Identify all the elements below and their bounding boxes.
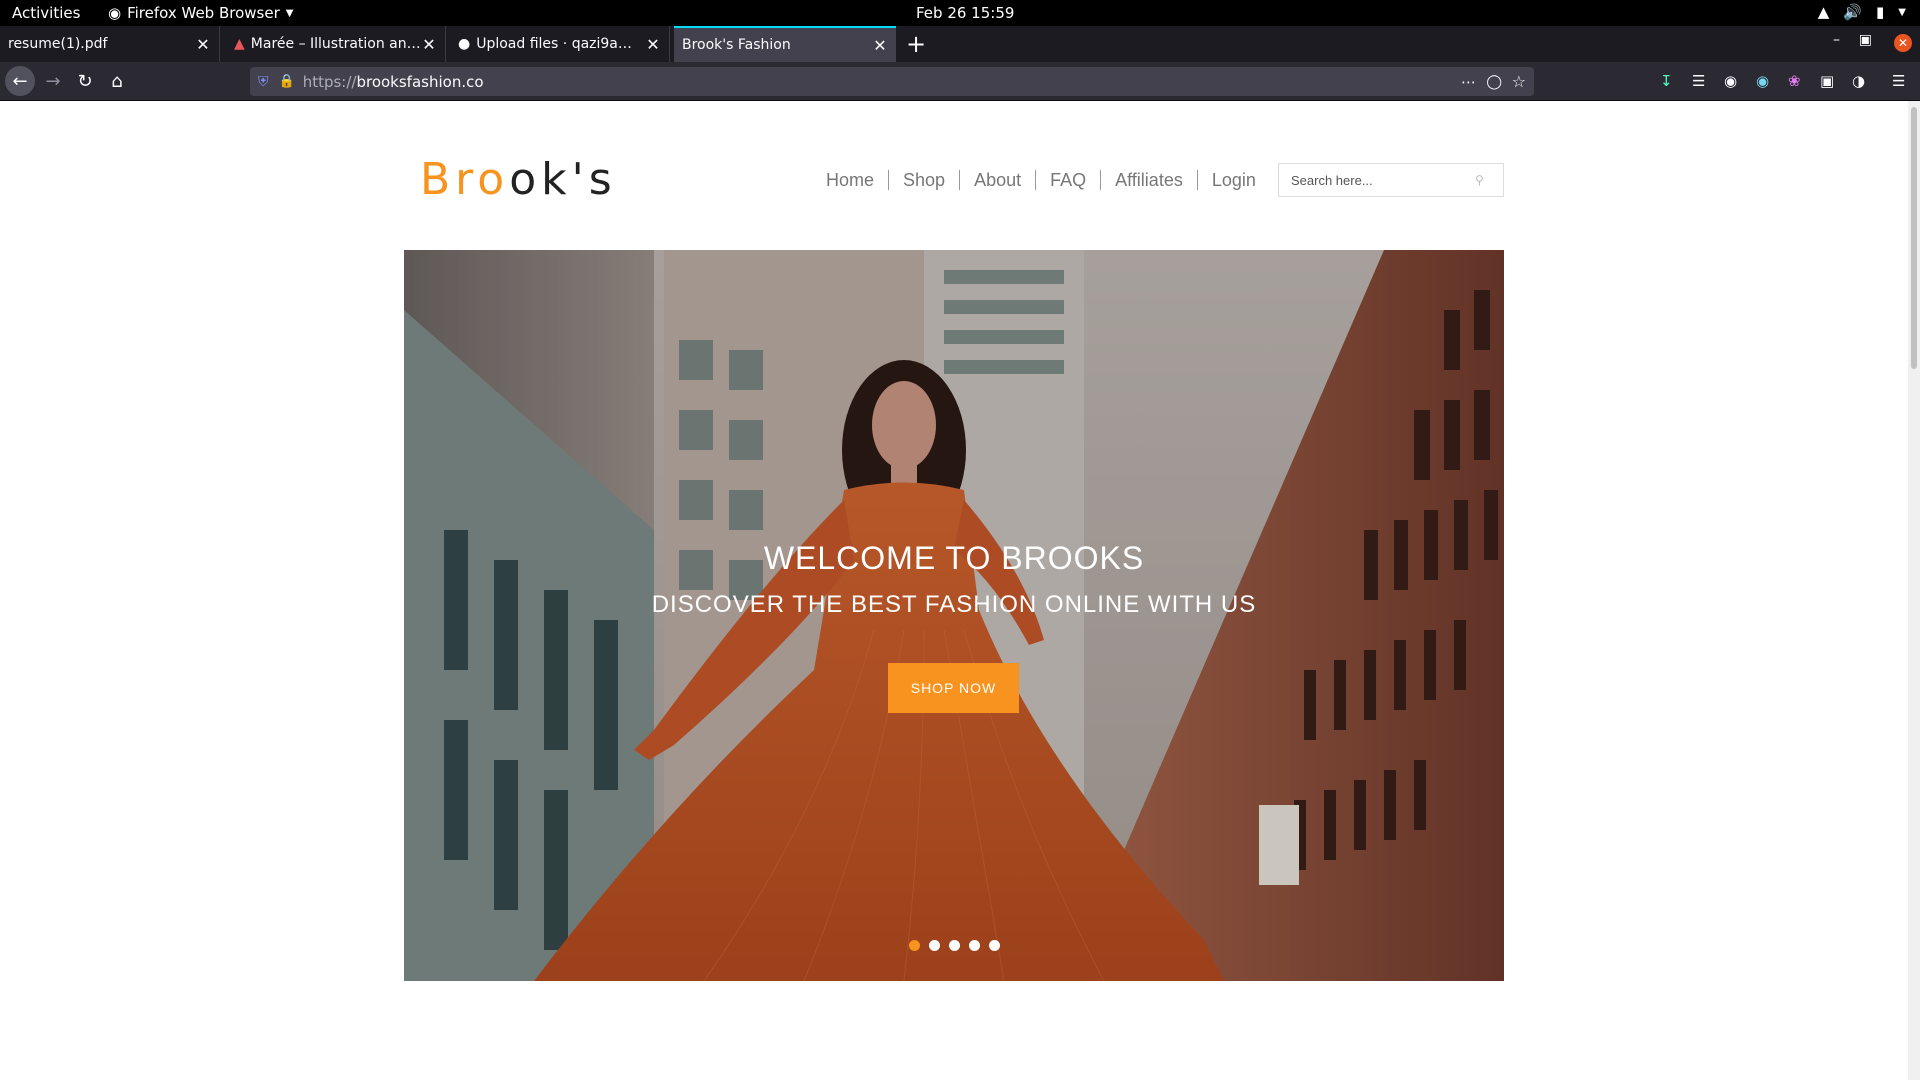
carousel-indicators — [909, 940, 1000, 951]
hamburger-menu-icon[interactable]: ☰ — [1892, 72, 1905, 90]
clock[interactable]: Feb 26 15:59 — [916, 4, 1014, 22]
scrollbar-thumb[interactable] — [1911, 107, 1917, 369]
firefox-icon: ◉ — [108, 4, 122, 22]
library-icon[interactable]: ☰ — [1692, 72, 1705, 90]
nav-toolbar: ← → ↻ ⌂ ⛨ 🔒 https://brooksfashion.co ⋯ ◯… — [0, 62, 1920, 101]
carousel-dot-5[interactable] — [989, 940, 1000, 951]
extension-icon[interactable]: ◉ — [1724, 72, 1737, 90]
url-bar[interactable]: ⛨ 🔒 https://brooksfashion.co ⋯ ◯ ☆ — [250, 67, 1534, 96]
app-menu[interactable]: ◉ Firefox Web Browser ▼ — [108, 4, 293, 22]
hero-subtitle: DISCOVER THE BEST FASHION ONLINE WITH US — [651, 591, 1257, 618]
dropdown-arrow-icon: ▼ — [285, 7, 294, 19]
page-actions-icon[interactable]: ⋯ — [1461, 73, 1476, 91]
tab-brooks-fashion[interactable]: Brook's Fashion ✕ — [674, 26, 896, 62]
tab-label: Upload files · qazi9amaan — [476, 36, 645, 52]
url-text: https://brooksfashion.co — [303, 73, 484, 91]
nav-home[interactable]: Home — [818, 170, 888, 190]
web-page: Brook's Home Shop About FAQ Affiliates L… — [0, 101, 1908, 1080]
carousel-dot-2[interactable] — [929, 940, 940, 951]
tab-bar: resume(1).pdf ✕ ▲ Marée – Illustration a… — [0, 26, 1920, 62]
url-host: brooksfashion.co — [356, 72, 484, 91]
restore-icon[interactable]: ▣ — [1859, 32, 1872, 48]
nav-faq[interactable]: FAQ — [1035, 170, 1100, 190]
hero-title: WELCOME TO BROOKS — [763, 540, 1145, 576]
github-icon: ● — [458, 36, 471, 52]
tray-menu-icon: ▼ — [1898, 6, 1906, 18]
nav-login[interactable]: Login — [1196, 170, 1270, 190]
minimize-icon[interactable]: – — [1833, 32, 1840, 48]
site-logo[interactable]: Brook's — [420, 154, 617, 205]
main-nav: Home Shop About FAQ Affiliates Login — [818, 170, 1270, 190]
search-input[interactable] — [1279, 165, 1469, 195]
tab-label: Marée – Illustration and D — [250, 36, 421, 52]
shop-now-button[interactable]: SHOP NOW — [888, 663, 1019, 713]
system-top-bar: Activities ◉ Firefox Web Browser ▼ Feb 2… — [0, 0, 1920, 26]
logo-part-orange: Bro — [420, 154, 510, 205]
hero-carousel: WELCOME TO BROOKS DISCOVER THE BEST FASH… — [404, 250, 1504, 981]
lock-icon[interactable]: 🔒 — [279, 74, 295, 89]
search-icon[interactable]: ⚲ — [1475, 173, 1484, 187]
logo-part-dark: ok's — [509, 154, 617, 205]
carousel-dot-4[interactable] — [969, 940, 980, 951]
carousel-dot-3[interactable] — [949, 940, 960, 951]
tab-resume[interactable]: resume(1).pdf ✕ — [0, 26, 220, 62]
close-tab-icon[interactable]: ✕ — [195, 35, 211, 54]
extension-icon[interactable]: ◑ — [1852, 72, 1865, 90]
activities-button[interactable]: Activities — [12, 4, 80, 22]
nav-shop[interactable]: Shop — [888, 170, 959, 190]
reload-icon[interactable]: ↻ — [70, 66, 100, 96]
tab-label: resume(1).pdf — [8, 36, 108, 52]
extension-icon[interactable]: ▣ — [1820, 72, 1834, 90]
nav-affiliates[interactable]: Affiliates — [1100, 170, 1197, 190]
downloads-icon[interactable]: ↧ — [1660, 72, 1673, 90]
carousel-dot-1[interactable] — [909, 940, 920, 951]
maree-favicon-icon: ▲ — [234, 36, 245, 52]
window-close-icon[interactable]: ✕ — [1894, 34, 1912, 52]
volume-icon: 🔊 — [1843, 3, 1863, 21]
new-tab-icon[interactable]: + — [906, 30, 926, 58]
page-scrollbar[interactable] — [1908, 101, 1920, 1080]
nav-about[interactable]: About — [959, 170, 1035, 190]
back-icon[interactable]: ← — [5, 66, 35, 96]
system-tray[interactable]: ▲ 🔊 ▮ ▼ — [1818, 3, 1906, 21]
close-tab-icon[interactable]: ✕ — [872, 36, 888, 55]
close-tab-icon[interactable]: ✕ — [645, 35, 661, 54]
site-search: ⚲ — [1278, 163, 1504, 197]
extension-icon[interactable]: ◉ — [1756, 72, 1769, 90]
forward-icon[interactable]: → — [38, 66, 68, 96]
pocket-icon[interactable]: ◯ — [1486, 74, 1502, 90]
home-icon[interactable]: ⌂ — [102, 66, 132, 96]
close-tab-icon[interactable]: ✕ — [421, 35, 437, 54]
color-picker-icon[interactable]: ❀ — [1788, 72, 1801, 90]
app-name: Firefox Web Browser — [127, 4, 280, 22]
tab-label: Brook's Fashion — [682, 37, 791, 53]
bookmark-star-icon[interactable]: ☆ — [1512, 72, 1526, 91]
shield-icon[interactable]: ⛨ — [258, 74, 269, 90]
tab-maree[interactable]: ▲ Marée – Illustration and D ✕ — [226, 26, 446, 62]
wifi-icon: ▲ — [1817, 3, 1830, 21]
battery-icon: ▮ — [1876, 3, 1885, 21]
tab-github[interactable]: ● Upload files · qazi9amaan ✕ — [450, 26, 670, 62]
url-scheme: https:// — [302, 72, 357, 91]
